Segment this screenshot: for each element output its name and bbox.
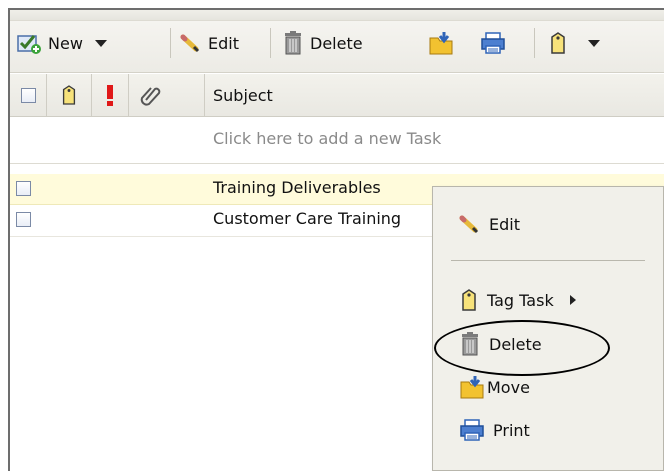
toolbar: New Edit Delete [10,10,664,73]
menu-divider [451,260,645,261]
printer-icon [459,418,485,442]
task-subject[interactable]: Customer Care Training [213,209,401,228]
toolbar-divider [270,28,271,58]
row-checkbox[interactable] [16,212,31,227]
tag-dropdown-button[interactable] [548,28,600,58]
menu-item-edit-label: Edit [489,214,520,234]
select-all-column[interactable] [10,74,47,116]
tag-icon [548,31,568,55]
chevron-down-icon[interactable] [588,39,600,47]
attachment-icon [139,83,163,107]
tag-icon [459,288,479,312]
row-checkbox[interactable] [16,181,31,196]
toolbar-top-strip [10,10,664,21]
menu-item-tag-task-label: Tag Task [487,290,554,310]
move-button[interactable] [428,28,456,58]
move-folder-icon [428,30,456,56]
new-button-label: New [48,33,83,53]
context-menu: Edit Tag Task Delete Move Print [432,186,664,471]
print-button[interactable] [480,28,506,58]
menu-item-move-label: Move [487,377,530,397]
menu-item-print-label: Print [493,420,530,440]
new-task-icon [16,31,42,55]
submenu-arrow-icon [569,295,576,305]
edit-button-label: Edit [208,33,239,53]
select-all-checkbox[interactable] [20,87,36,103]
subject-column-header[interactable]: Subject [213,74,273,116]
menu-item-edit[interactable]: Edit [459,213,520,235]
chevron-down-icon[interactable] [94,39,107,47]
delete-button-label: Delete [310,33,363,53]
menu-item-tag-task[interactable]: Tag Task [459,288,576,312]
move-folder-icon [459,374,487,400]
trash-icon [282,30,304,56]
toolbar-divider [170,28,171,58]
task-subject[interactable]: Training Deliverables [213,178,381,197]
subject-header-label: Subject [213,85,273,105]
delete-button[interactable]: Delete [282,28,363,58]
toolbar-divider [534,28,535,58]
priority-column-header[interactable] [92,74,129,116]
trash-icon [459,331,481,357]
tag-icon [60,84,78,106]
menu-item-move[interactable]: Move [459,374,530,400]
pencil-icon [459,213,481,235]
priority-icon [104,83,116,107]
menu-item-print[interactable]: Print [459,418,530,442]
add-new-task-row[interactable]: Click here to add a new Task [10,117,664,164]
printer-icon [480,31,506,55]
tag-column-header[interactable] [47,74,92,116]
add-new-task-prompt[interactable]: Click here to add a new Task [213,129,441,148]
new-button[interactable]: New [16,28,107,58]
attachment-column-header[interactable] [129,74,205,116]
edit-button[interactable]: Edit [180,28,239,58]
menu-item-delete-label: Delete [489,334,542,354]
pencil-icon [180,32,202,54]
column-header-row: Subject [10,74,664,117]
menu-item-delete[interactable]: Delete [459,331,542,357]
